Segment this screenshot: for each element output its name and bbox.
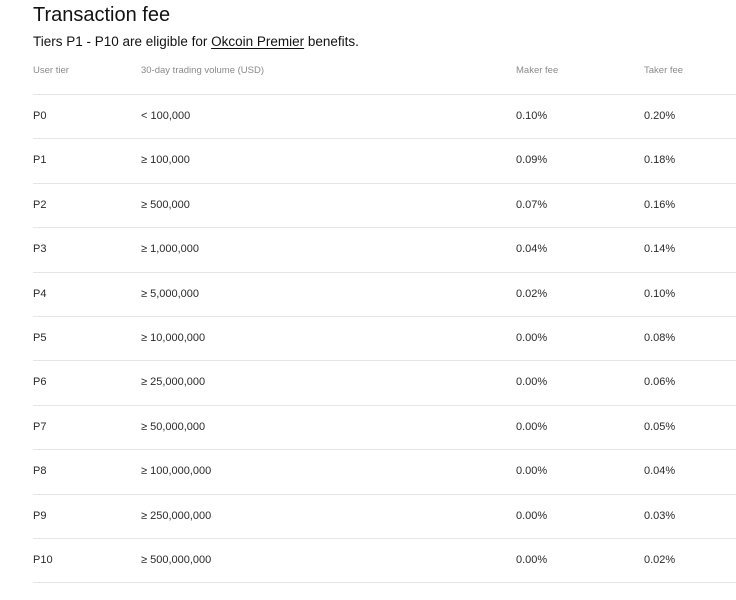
table-row: P6 ≥ 25,000,000 0.00% 0.06% (33, 361, 736, 406)
subtitle: Tiers P1 - P10 are eligible for Okcoin P… (33, 33, 359, 51)
cell-user-tier: P2 (33, 198, 47, 211)
cell-maker-fee: 0.00% (516, 553, 548, 566)
cell-maker-fee: 0.00% (516, 420, 548, 433)
okcoin-premier-link[interactable]: Okcoin Premier (211, 34, 304, 49)
subtitle-suffix: benefits. (304, 34, 359, 49)
cell-user-tier: P7 (33, 420, 47, 433)
cell-maker-fee: 0.07% (516, 198, 548, 211)
cell-trading-volume: ≥ 500,000 (141, 198, 190, 211)
table-row: P8 ≥ 100,000,000 0.00% 0.04% (33, 450, 736, 495)
page-title: Transaction fee (33, 4, 171, 26)
cell-taker-fee: 0.20% (644, 110, 676, 122)
header-trading-volume: 30-day trading volume (USD) (141, 65, 265, 76)
cell-trading-volume: ≥ 250,000,000 (141, 509, 212, 522)
cell-maker-fee: 0.00% (516, 376, 548, 389)
cell-taker-fee: 0.02% (644, 553, 676, 566)
header-user-tier: User tier (33, 65, 69, 76)
cell-maker-fee: 0.09% (516, 154, 548, 167)
cell-user-tier: P1 (33, 154, 47, 167)
cell-user-tier: P3 (33, 243, 47, 256)
table-row: P5 ≥ 10,000,000 0.00% 0.08% (33, 317, 736, 362)
cell-taker-fee: 0.03% (644, 509, 676, 522)
cell-maker-fee: 0.00% (516, 331, 548, 344)
cell-trading-volume: ≥ 500,000,000 (141, 553, 212, 566)
cell-taker-fee: 0.04% (644, 465, 676, 478)
cell-maker-fee: 0.00% (516, 509, 548, 522)
cell-user-tier: P4 (33, 287, 47, 300)
table-row: P0 < 100,000 0.10% 0.20% (33, 95, 736, 140)
header-maker-fee: Maker fee (516, 65, 559, 76)
cell-taker-fee: 0.18% (644, 154, 676, 167)
table-row: P10 ≥ 500,000,000 0.00% 0.02% (33, 539, 736, 584)
cell-user-tier: P6 (33, 376, 47, 389)
cell-user-tier: P10 (33, 553, 53, 566)
cell-taker-fee: 0.05% (644, 420, 676, 433)
cell-user-tier: P9 (33, 509, 47, 522)
table-body: P0 < 100,000 0.10% 0.20% P1 ≥ 100,000 0.09% 0.1… (33, 95, 736, 584)
table-row: P9 ≥ 250,000,000 0.00% 0.03% (33, 495, 736, 539)
cell-maker-fee: 0.04% (516, 243, 548, 256)
table-row: P4 ≥ 5,000,000 0.02% 0.10% (33, 273, 736, 317)
cell-user-tier: P5 (33, 331, 47, 344)
cell-user-tier: P8 (33, 465, 47, 478)
cell-maker-fee: 0.10% (516, 110, 548, 122)
cell-trading-volume: ≥ 100,000 (141, 154, 190, 167)
table-row: P1 ≥ 100,000 0.09% 0.18% (33, 139, 736, 184)
header-taker-fee: Taker fee (644, 65, 684, 76)
cell-user-tier: P0 (33, 110, 47, 122)
cell-taker-fee: 0.10% (644, 287, 676, 300)
cell-trading-volume: ≥ 100,000,000 (141, 465, 212, 478)
cell-trading-volume: < 100,000 (141, 110, 191, 122)
table-row: P7 ≥ 50,000,000 0.00% 0.05% (33, 406, 736, 451)
cell-taker-fee: 0.06% (644, 376, 676, 389)
cell-taker-fee: 0.16% (644, 198, 676, 211)
fee-page: Transaction fee Tiers P1 - P10 are eligi… (0, 0, 736, 600)
cell-taker-fee: 0.08% (644, 331, 676, 344)
cell-maker-fee: 0.00% (516, 465, 548, 478)
cell-trading-volume: ≥ 10,000,000 (141, 331, 206, 344)
table-header: User tier 30-day trading volume (USD) Ma… (33, 58, 736, 95)
cell-trading-volume: ≥ 50,000,000 (141, 420, 206, 433)
cell-maker-fee: 0.02% (516, 287, 548, 300)
table-row: P3 ≥ 1,000,000 0.04% 0.14% (33, 228, 736, 273)
table-row: P2 ≥ 500,000 0.07% 0.16% (33, 184, 736, 229)
cell-taker-fee: 0.14% (644, 243, 676, 256)
cell-trading-volume: ≥ 25,000,000 (141, 376, 206, 389)
cell-trading-volume: ≥ 1,000,000 (141, 243, 200, 256)
cell-trading-volume: ≥ 5,000,000 (141, 287, 200, 300)
fee-table: User tier 30-day trading volume (USD) Ma… (33, 58, 736, 584)
subtitle-prefix: Tiers P1 - P10 are eligible for (33, 34, 212, 49)
